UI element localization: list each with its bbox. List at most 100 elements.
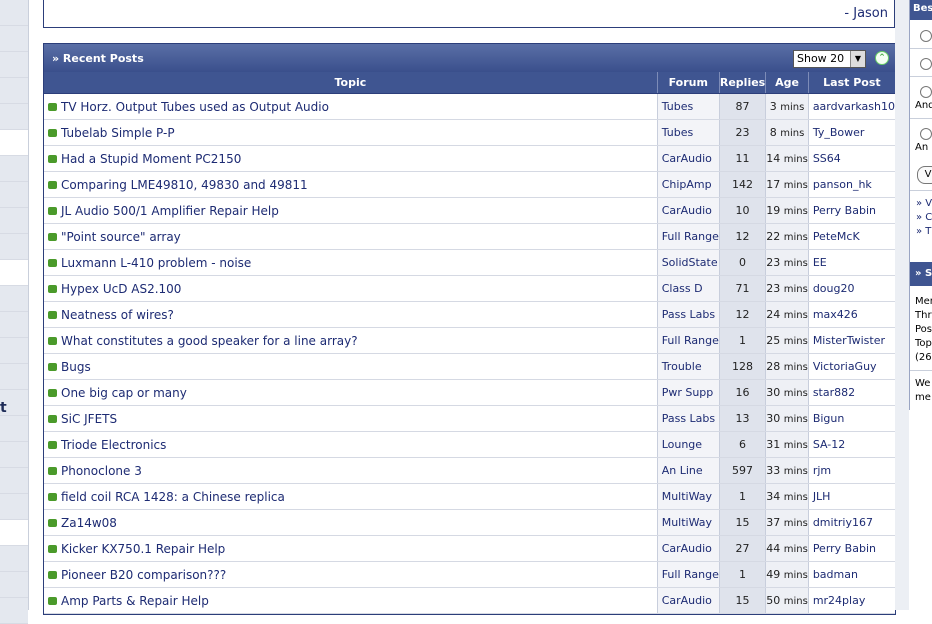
topic-link[interactable]: Comparing LME49810, 49830 and 49811	[61, 178, 308, 192]
forum-link[interactable]: Full Range	[657, 327, 720, 354]
sidebar-cell[interactable]	[0, 130, 28, 156]
topic-link[interactable]: Pioneer B20 comparison???	[61, 568, 226, 582]
topic-cell[interactable]: Comparing LME49810, 49830 and 49811	[44, 171, 658, 198]
topic-cell[interactable]: Phonoclone 3	[44, 457, 658, 484]
show-count-select[interactable]: Show 20 ▼	[793, 50, 866, 68]
sidebar-cell[interactable]	[0, 286, 28, 312]
topic-link[interactable]: TV Horz. Output Tubes used as Output Aud…	[61, 100, 329, 114]
topic-cell[interactable]: Tubelab Simple P-P	[44, 119, 658, 146]
sidebar-cell[interactable]	[0, 546, 28, 572]
sidebar-cell[interactable]	[0, 416, 28, 442]
last-post-user[interactable]: max426	[808, 301, 895, 328]
forum-link[interactable]: Tubes	[657, 119, 720, 146]
vote-button[interactable]: V	[917, 166, 932, 184]
topic-link[interactable]: Tubelab Simple P-P	[61, 126, 175, 140]
topic-cell[interactable]: TV Horz. Output Tubes used as Output Aud…	[44, 93, 658, 120]
last-post-user[interactable]: star882	[808, 379, 895, 406]
last-post-user[interactable]: Ty_Bower	[808, 119, 895, 146]
last-post-user[interactable]: JLH	[808, 483, 895, 510]
sidebar-cell[interactable]	[0, 442, 28, 468]
forum-link[interactable]: MultiWay	[657, 509, 720, 536]
last-post-user[interactable]: panson_hk	[808, 171, 895, 198]
column-topic[interactable]: Topic	[44, 72, 658, 94]
topic-cell[interactable]: "Point source" array	[44, 223, 658, 250]
topic-link[interactable]: Kicker KX750.1 Repair Help	[61, 542, 225, 556]
last-post-user[interactable]: MisterTwister	[808, 327, 895, 354]
topic-link[interactable]: Hypex UcD AS2.100	[61, 282, 181, 296]
topic-link[interactable]: Phonoclone 3	[61, 464, 142, 478]
sidebar-cell[interactable]	[0, 468, 28, 494]
forum-link[interactable]: Lounge	[657, 431, 720, 458]
forum-link[interactable]: Tubes	[657, 93, 720, 120]
sidebar-cell[interactable]	[0, 26, 28, 52]
last-post-user[interactable]: doug20	[808, 275, 895, 302]
last-post-user[interactable]: dmitriy167	[808, 509, 895, 536]
forum-link[interactable]: CarAudio	[657, 197, 720, 224]
last-post-user[interactable]: Perry Babin	[808, 197, 895, 224]
topic-link[interactable]: One big cap or many	[61, 386, 187, 400]
last-post-user[interactable]: VictoriaGuy	[808, 353, 895, 380]
topic-cell[interactable]: Kicker KX750.1 Repair Help	[44, 535, 658, 562]
topic-link[interactable]: Neatness of wires?	[61, 308, 174, 322]
topic-cell[interactable]: Pioneer B20 comparison???	[44, 561, 658, 588]
forum-link[interactable]: Pwr Supp	[657, 379, 720, 406]
forum-link[interactable]: CarAudio	[657, 145, 720, 172]
sidebar-cell[interactable]	[0, 572, 28, 598]
sidebar-cell[interactable]	[0, 182, 28, 208]
topic-link[interactable]: Had a Stupid Moment PC2150	[61, 152, 241, 166]
topic-cell[interactable]: One big cap or many	[44, 379, 658, 406]
topic-cell[interactable]: Hypex UcD AS2.100	[44, 275, 658, 302]
column-age[interactable]: Age	[765, 72, 809, 94]
last-post-user[interactable]: Perry Babin	[808, 535, 895, 562]
topic-link[interactable]: Amp Parts & Repair Help	[61, 594, 209, 608]
sidebar-cell[interactable]	[0, 364, 28, 390]
forum-link[interactable]: An Line	[657, 457, 720, 484]
topic-cell[interactable]: What constitutes a good speaker for a li…	[44, 327, 658, 354]
last-post-user[interactable]: PeteMcK	[808, 223, 895, 250]
forum-link[interactable]: Full Range	[657, 561, 720, 588]
sidebar-cell[interactable]	[0, 0, 28, 26]
column-replies[interactable]: Replies	[719, 72, 767, 94]
topic-cell[interactable]: field coil RCA 1428: a Chinese replica	[44, 483, 658, 510]
sidebar-cell[interactable]	[0, 156, 28, 182]
sidebar-cell[interactable]	[0, 494, 28, 520]
forum-link[interactable]: Pass Labs	[657, 405, 720, 432]
sidebar-cell[interactable]	[0, 312, 28, 338]
forum-link[interactable]: Pass Labs	[657, 301, 720, 328]
last-post-user[interactable]: SA-12	[808, 431, 895, 458]
topic-link[interactable]: "Point source" array	[61, 230, 181, 244]
last-post-user[interactable]: badman	[808, 561, 895, 588]
topic-cell[interactable]: Luxmann L-410 problem - noise	[44, 249, 658, 276]
poll-link[interactable]: » C	[916, 212, 932, 223]
sidebar-cell[interactable]	[0, 78, 28, 104]
poll-option-radio[interactable]	[920, 30, 932, 42]
sidebar-cell[interactable]	[0, 520, 28, 546]
last-post-user[interactable]: rjm	[808, 457, 895, 484]
forum-link[interactable]: ChipAmp	[657, 171, 720, 198]
sidebar-cell[interactable]	[0, 234, 28, 260]
topic-link[interactable]: What constitutes a good speaker for a li…	[61, 334, 358, 348]
poll-link[interactable]: » T	[916, 226, 931, 237]
column-last-post[interactable]: Last Post	[808, 72, 895, 94]
last-post-user[interactable]: SS64	[808, 145, 895, 172]
forum-link[interactable]: Class D	[657, 275, 720, 302]
collapse-icon[interactable]: ⌃	[875, 51, 889, 65]
topic-cell[interactable]: Had a Stupid Moment PC2150	[44, 145, 658, 172]
topic-link[interactable]: field coil RCA 1428: a Chinese replica	[61, 490, 285, 504]
topic-link[interactable]: Za14w08	[61, 516, 117, 530]
poll-option-radio[interactable]	[920, 58, 932, 70]
forum-link[interactable]: MultiWay	[657, 483, 720, 510]
topic-cell[interactable]: Triode Electronics	[44, 431, 658, 458]
topic-link[interactable]: SiC JFETS	[61, 412, 117, 426]
topic-cell[interactable]: Neatness of wires?	[44, 301, 658, 328]
topic-cell[interactable]: SiC JFETS	[44, 405, 658, 432]
topic-link[interactable]: Triode Electronics	[61, 438, 166, 452]
sidebar-cell[interactable]	[0, 208, 28, 234]
topic-link[interactable]: Bugs	[61, 360, 91, 374]
column-forum[interactable]: Forum	[657, 72, 720, 94]
forum-link[interactable]: CarAudio	[657, 535, 720, 562]
poll-option-radio[interactable]	[920, 86, 932, 98]
forum-link[interactable]: Trouble	[657, 353, 720, 380]
topic-link[interactable]: JL Audio 500/1 Amplifier Repair Help	[61, 204, 279, 218]
forum-link[interactable]: Full Range	[657, 223, 720, 250]
